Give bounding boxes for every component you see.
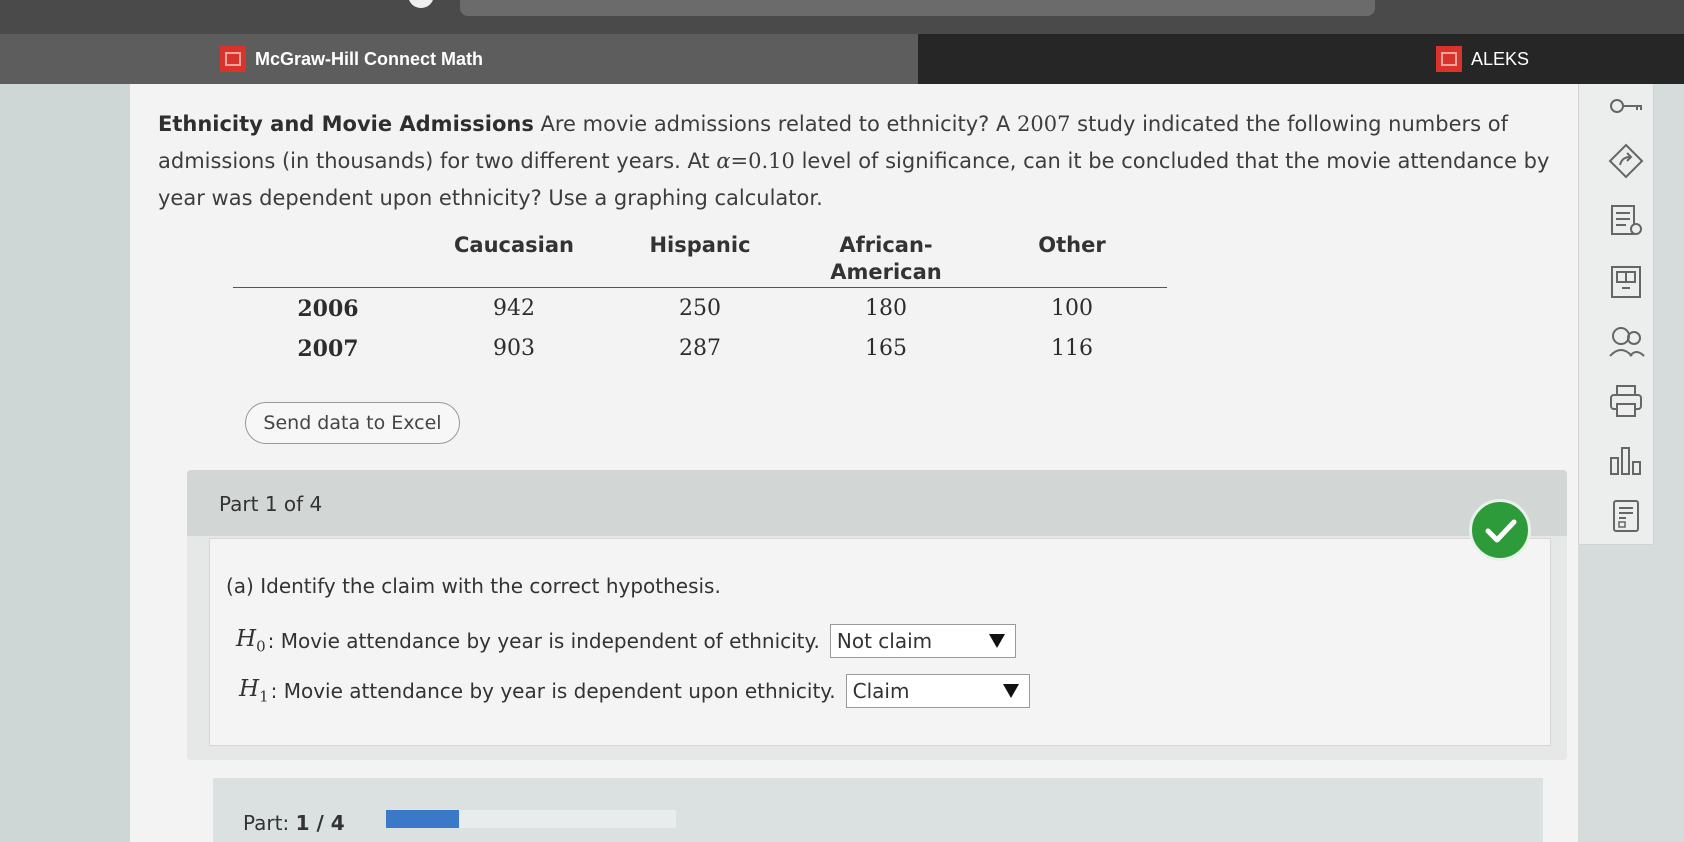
progress-total: 4: [330, 811, 345, 835]
shield-icon: [408, 0, 434, 8]
tab-bar: McGraw-Hill Connect Math ALEKS: [0, 34, 1684, 84]
tab-label: McGraw-Hill Connect Math: [255, 48, 484, 69]
problem-year: 2007: [1017, 112, 1071, 136]
progress-track: [386, 810, 676, 828]
progress-fill: [386, 810, 459, 828]
null-hypothesis: H0 : Movie attendance by year is indepen…: [236, 624, 1016, 658]
table-header: Caucasian Hispanic African- American Oth…: [233, 227, 1167, 288]
key-icon[interactable]: [1606, 86, 1654, 128]
notes-icon[interactable]: [1606, 201, 1654, 243]
row-year: 2007: [297, 336, 359, 362]
aleks-logo-icon: [1436, 46, 1462, 72]
h1-label: H1: [239, 676, 269, 706]
h0-sub: 0: [256, 637, 266, 656]
problem-title: Ethnicity and Movie Admissions: [158, 112, 534, 136]
mcgraw-hill-logo-icon: [220, 46, 246, 72]
h0-var: H: [236, 626, 257, 653]
part-card: Part 1 of 4: [187, 470, 1567, 760]
h1-selected-value: Claim: [852, 679, 910, 703]
calculator-icon[interactable]: [1606, 262, 1654, 304]
address-bar[interactable]: [460, 0, 1375, 16]
column-header: Caucasian: [454, 233, 574, 257]
h0-label: H0: [236, 626, 266, 656]
progress-label: Part: 1 / 4: [243, 811, 345, 835]
h1-claim-select[interactable]: Claim: [845, 674, 1030, 708]
h1-sub: 1: [259, 687, 269, 706]
h0-claim-select[interactable]: Not claim: [829, 624, 1016, 658]
h0-selected-value: Not claim: [836, 629, 933, 653]
alpha-symbol: α: [716, 149, 731, 173]
table-row: 2007 903 287 165 116: [233, 328, 1167, 368]
table-cell: 250: [679, 296, 721, 321]
tab-mcgraw-hill[interactable]: McGraw-Hill Connect Math: [0, 34, 918, 84]
correct-check-icon: [1469, 499, 1531, 561]
table-row: 2006 942 250 180 100: [233, 288, 1167, 328]
tab-aleks[interactable]: ALEKS: [918, 34, 1684, 84]
table-cell: 165: [865, 336, 907, 361]
column-header: Other: [1038, 233, 1106, 257]
table-cell: 942: [493, 296, 535, 321]
part-header: Part 1 of 4: [187, 470, 1567, 536]
table-cell: 116: [1051, 336, 1093, 361]
column-header: African- American: [830, 233, 942, 284]
problem-text: Are movie admissions related to ethnicit…: [533, 112, 1018, 136]
report-icon[interactable]: [1606, 496, 1654, 538]
question-text: (a) Identify the claim with the correct …: [226, 574, 721, 598]
stats-icon[interactable]: [1606, 440, 1654, 482]
progress-prefix: Part:: [243, 811, 296, 835]
column-header: Hispanic: [649, 233, 751, 257]
h1-text: : Movie attendance by year is dependent …: [270, 679, 836, 703]
table-cell: 287: [679, 336, 721, 361]
problem-statement: Ethnicity and Movie Admissions Are movie…: [158, 106, 1598, 217]
table-cell: 100: [1051, 296, 1093, 321]
h0-text: : Movie attendance by year is independen…: [267, 629, 820, 653]
alpha-value: =0.10: [730, 149, 795, 173]
browser-top-strip: [0, 0, 1684, 34]
dropdown-arrow-icon: [1002, 684, 1019, 698]
alternative-hypothesis: H1 : Movie attendance by year is depende…: [239, 674, 1030, 708]
table-cell: 180: [865, 296, 907, 321]
help-person-icon[interactable]: [1606, 322, 1654, 364]
progress-current: 1: [295, 811, 310, 835]
part-title: Part 1 of 4: [219, 492, 323, 516]
tab-label: ALEKS: [1471, 48, 1530, 69]
data-table: Caucasian Hispanic African- American Oth…: [233, 227, 1167, 368]
share-icon[interactable]: [1606, 141, 1654, 183]
send-to-excel-button[interactable]: Send data to Excel: [245, 402, 460, 444]
h1-var: H: [239, 676, 260, 703]
print-icon[interactable]: [1606, 381, 1654, 423]
row-year: 2006: [297, 296, 359, 322]
progress-sep: /: [309, 811, 331, 835]
table-cell: 903: [493, 336, 535, 361]
dropdown-arrow-icon: [988, 634, 1005, 648]
